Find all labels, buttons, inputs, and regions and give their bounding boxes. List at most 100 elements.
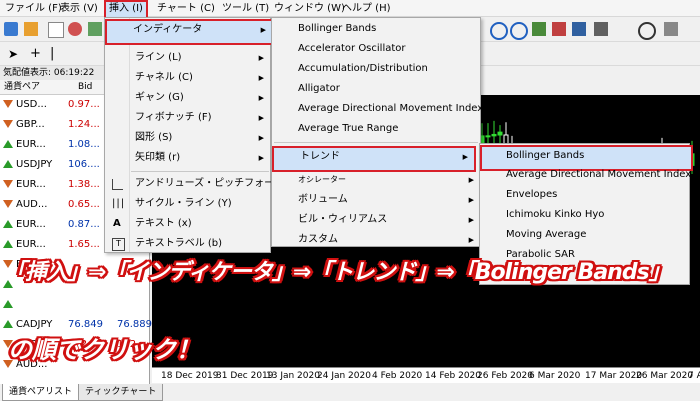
symbol-cell: USD... (16, 99, 47, 110)
menu-item-volumes[interactable]: ボリューム ▶ (272, 190, 480, 210)
x-tick-label: 24 Jan 2020 (317, 371, 371, 381)
tile-windows-icon[interactable] (532, 22, 546, 36)
terminal-icon[interactable] (88, 22, 102, 36)
price-down-icon (3, 100, 13, 108)
menu-item-label: ライン (L) (135, 52, 182, 63)
submenu-arrow-icon: ▶ (468, 176, 474, 184)
symbol-cell: GBP... (16, 119, 45, 130)
candle-body (491, 133, 497, 137)
indicators-icon[interactable] (594, 22, 608, 36)
market-watch-row[interactable] (0, 295, 149, 315)
menu-item-atr[interactable]: Average True Range (272, 119, 480, 139)
menu-item-trend-admi[interactable]: Average Directional Movement Index (480, 165, 691, 185)
column-header-pair[interactable]: 通貨ペア (4, 80, 40, 95)
submenu-arrow-icon: ▶ (258, 134, 264, 142)
symbol-cell: CADJPY (16, 319, 53, 330)
periods-icon[interactable] (638, 22, 656, 40)
menu-item-cycle-lines[interactable]: ||| サイクル・ライン (Y) (105, 194, 270, 214)
menu-view[interactable]: 表示 (V) (57, 1, 101, 16)
bid-cell: 0.87... (68, 219, 100, 230)
menu-item-label: ギャン (G) (135, 92, 184, 103)
price-up-icon (3, 320, 13, 328)
menu-item-label: トレンド (300, 151, 340, 162)
symbol-cell: EUR... (16, 179, 46, 190)
menu-item-label: テキストラベル (b) (135, 238, 223, 249)
bid-cell: 1.65... (68, 239, 100, 250)
x-tick-label: 7 A (688, 371, 700, 381)
bid-cell: 1.08... (68, 139, 100, 150)
menu-item-andrews-pitchfork[interactable]: アンドリューズ・ピッチフォーク (A) (105, 174, 302, 194)
submenu-arrow-icon: ▶ (260, 26, 266, 34)
submenu-arrow-icon: ▶ (258, 154, 264, 162)
menu-item-ichimoku[interactable]: Ichimoku Kinko Hyo (480, 205, 689, 225)
navigator-icon[interactable] (68, 22, 82, 36)
menu-item-accumulation[interactable]: Accumulation/Distribution (272, 59, 480, 79)
menu-tools[interactable]: ツール (T) (219, 1, 272, 16)
menu-item-shapes[interactable]: 図形 (S) ▶ (105, 128, 270, 148)
menu-item-label: Moving Average (506, 229, 587, 240)
menu-item-envelopes[interactable]: Envelopes (480, 185, 689, 205)
menu-item-label: ビル・ウィリアムス (298, 214, 388, 225)
profiles-icon[interactable] (24, 22, 38, 36)
column-header-bid[interactable]: Bid (78, 80, 92, 95)
market-watch-icon[interactable] (48, 22, 64, 38)
time-axis: 18 Dec 2019 31 Dec 2019 13 Jan 2020 24 J… (152, 367, 700, 383)
menu-item-bill-williams[interactable]: ビル・ウィリアムス ▶ (272, 210, 480, 230)
templates-icon[interactable] (664, 22, 678, 36)
chart-shift-icon[interactable] (552, 22, 566, 36)
submenu-arrow-icon: ▶ (258, 54, 264, 62)
menu-item-lines[interactable]: ライン (L) ▶ (105, 48, 270, 68)
instruction-caption-line1: 「挿入」⇒「インディケータ」⇒「トレンド」⇒「Bolinger Bands」 (4, 260, 671, 285)
menu-window[interactable]: ウィンドウ (W) (271, 1, 348, 16)
menu-item-moving-average[interactable]: Moving Average (480, 225, 689, 245)
menu-item-label: Bollinger Bands (506, 150, 585, 161)
menu-item-gann[interactable]: ギャン (G) ▶ (105, 88, 270, 108)
menu-chart[interactable]: チャート (C) (154, 1, 218, 16)
menu-item-alligator[interactable]: Alligator (272, 79, 480, 99)
menu-item-label: Accelerator Oscillator (298, 43, 406, 54)
crosshair-icon[interactable]: + (30, 47, 44, 61)
zoom-out-icon[interactable] (510, 22, 528, 40)
menu-item-admi[interactable]: Average Directional Movement Index (272, 99, 483, 119)
menu-help[interactable]: ヘルプ (H) (339, 1, 394, 16)
cycle-lines-icon: ||| (112, 198, 126, 209)
menu-item-accelerator[interactable]: Accelerator Oscillator (272, 39, 480, 59)
tab-tick-chart[interactable]: ティックチャート (78, 384, 164, 401)
menu-item-bollinger-bands[interactable]: Bollinger Bands (272, 19, 480, 39)
tab-symbols[interactable]: 通貨ペアリスト (2, 384, 80, 401)
menu-item-label: Alligator (298, 83, 340, 94)
menu-item-oscillators[interactable]: オシレーター ▶ (272, 170, 480, 190)
menu-item-label: Envelopes (506, 189, 558, 200)
price-up-icon (3, 220, 13, 228)
menu-item-custom[interactable]: カスタム ▶ (272, 230, 480, 250)
menu-item-trend[interactable]: トレンド ▶ (272, 146, 476, 172)
menu-item-label: Accumulation/Distribution (298, 63, 428, 74)
menu-item-channels[interactable]: チャネル (C) ▶ (105, 68, 270, 88)
submenu-arrow-icon: ▶ (468, 216, 474, 224)
candle-body (497, 131, 503, 136)
price-down-icon (3, 200, 13, 208)
autoscroll-icon[interactable] (572, 22, 586, 36)
text-label-icon: T (112, 238, 125, 251)
menu-item-text[interactable]: A テキスト (x) (105, 214, 270, 234)
insert-menu: インディケータ ▶ ライン (L) ▶ チャネル (C) ▶ ギャン (G) ▶ フィ… (104, 17, 302, 254)
menu-item-label: サイクル・ライン (Y) (135, 198, 232, 209)
bid-cell: 0.65... (68, 199, 100, 210)
x-tick-label: 31 Dec 2019 (216, 371, 274, 381)
menu-item-label: Ichimoku Kinko Hyo (506, 209, 605, 220)
menu-item-text-label[interactable]: T テキストラベル (b) (105, 234, 270, 254)
symbol-cell: AUD... (16, 199, 48, 210)
cursor-icon[interactable]: ➤ (8, 47, 22, 61)
menu-item-fibonacci[interactable]: フィボナッチ (F) ▶ (105, 108, 270, 128)
menu-item-indicators[interactable]: インディケータ ▶ (105, 19, 274, 45)
menu-file[interactable]: ファイル (F) (2, 1, 65, 16)
new-chart-icon[interactable] (4, 22, 18, 36)
price-up-icon (3, 140, 13, 148)
price-down-icon (3, 120, 13, 128)
menu-separator (131, 171, 269, 172)
menu-item-arrows[interactable]: 矢印類 (r) ▶ (105, 148, 270, 168)
menu-item-label: オシレーター (298, 175, 346, 184)
x-tick-label: 14 Feb 2020 (425, 371, 482, 381)
zoom-in-icon[interactable] (490, 22, 508, 40)
vertical-line-icon[interactable]: | (50, 47, 64, 61)
